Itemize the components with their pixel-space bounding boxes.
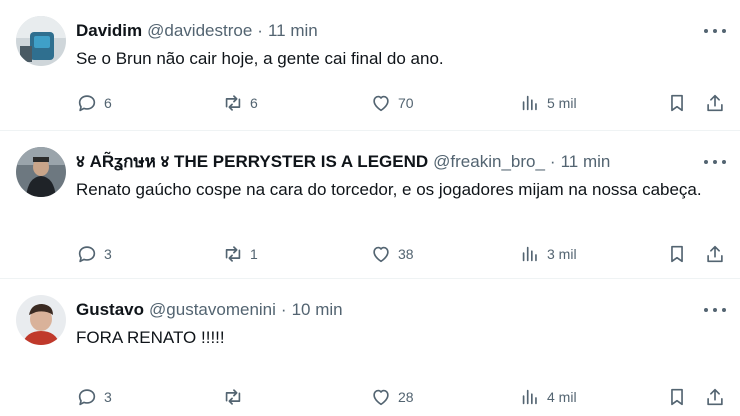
- reply-count: 6: [104, 95, 112, 111]
- tweet-actions: 6 6 70 5 mil: [76, 91, 726, 115]
- retweet-icon: [225, 95, 241, 111]
- views-icon: [522, 389, 537, 405]
- retweet-count: 1: [250, 246, 258, 262]
- tweet-actions: 3 1 38 3 mil: [76, 242, 726, 266]
- tweet[interactable]: Gustavo @gustavomenini · 10 min FORA REN…: [0, 279, 740, 416]
- retweet-button[interactable]: [222, 385, 250, 409]
- views-button[interactable]: 5 mil: [519, 91, 577, 115]
- reply-icon: [78, 246, 96, 263]
- retweet-button[interactable]: 6: [222, 91, 258, 115]
- tweet[interactable]: ४ AR̃ʓกษห ४ THE PERRYSTER IS A LEGEND @f…: [0, 131, 740, 279]
- retweet-count: 6: [250, 95, 258, 111]
- timestamp[interactable]: 11 min: [268, 20, 318, 42]
- tweet-text: Renato gaúcho cospe na cara do torcedor,…: [76, 180, 702, 199]
- user-handle[interactable]: @davidestroe: [147, 20, 252, 42]
- view-count: 5 mil: [547, 95, 577, 111]
- separator-dot: ·: [549, 152, 556, 171]
- more-icon[interactable]: [704, 157, 726, 167]
- view-count: 3 mil: [547, 246, 577, 262]
- avatar[interactable]: [16, 16, 66, 66]
- tweet-text: FORA RENATO !!!!!: [76, 328, 225, 347]
- retweet-icon: [225, 246, 241, 262]
- bookmark-icon: [671, 245, 683, 263]
- retweet-icon: [225, 389, 241, 405]
- tweet-header: ४ AR̃ʓกษห ४ THE PERRYSTER IS A LEGEND @f…: [76, 151, 728, 173]
- share-button[interactable]: [704, 242, 726, 266]
- reply-count: 3: [104, 389, 112, 405]
- reply-button[interactable]: 3: [76, 385, 112, 409]
- reply-button[interactable]: 6: [76, 91, 112, 115]
- separator-dot: ·: [257, 21, 263, 40]
- heart-icon: [373, 389, 389, 406]
- timestamp[interactable]: 10 min: [292, 299, 343, 321]
- tweet-feed: Davidim @davidestroe · 11 min Se o Brun …: [0, 0, 740, 416]
- heart-icon: [373, 246, 389, 263]
- reply-button[interactable]: 3: [76, 242, 112, 266]
- avatar[interactable]: [16, 295, 66, 345]
- share-button[interactable]: [704, 385, 726, 409]
- share-icon: [707, 94, 723, 112]
- reply-icon: [78, 389, 96, 406]
- tweet[interactable]: Davidim @davidestroe · 11 min Se o Brun …: [0, 0, 740, 131]
- display-name[interactable]: Davidim: [76, 20, 142, 42]
- share-icon: [707, 245, 723, 263]
- bookmark-button[interactable]: [666, 242, 688, 266]
- share-icon: [707, 388, 723, 406]
- tweet-text: Se o Brun não cair hoje, a gente cai fin…: [76, 49, 444, 68]
- views-button[interactable]: 4 mil: [519, 385, 577, 409]
- heart-icon: [373, 95, 389, 112]
- retweet-button[interactable]: 1: [222, 242, 258, 266]
- user-handle[interactable]: @gustavomenini: [149, 299, 276, 321]
- tweet-actions: 3 28 4 mil: [76, 385, 726, 409]
- more-icon[interactable]: [704, 26, 726, 36]
- bookmark-button[interactable]: [666, 385, 688, 409]
- like-button[interactable]: 38: [370, 242, 414, 266]
- views-icon: [522, 246, 537, 262]
- tweet-header: Gustavo @gustavomenini · 10 min: [76, 299, 728, 321]
- reply-icon: [78, 95, 96, 112]
- bookmark-icon: [671, 388, 683, 406]
- views-button[interactable]: 3 mil: [519, 242, 577, 266]
- like-count: 70: [398, 95, 414, 111]
- timestamp[interactable]: 11 min: [561, 151, 611, 173]
- tweet-header: Davidim @davidestroe · 11 min: [76, 20, 728, 42]
- user-handle[interactable]: @freakin_bro_: [433, 151, 545, 173]
- like-button[interactable]: 28: [370, 385, 414, 409]
- view-count: 4 mil: [547, 389, 577, 405]
- avatar[interactable]: [16, 147, 66, 197]
- share-button[interactable]: [704, 91, 726, 115]
- display-name[interactable]: ४ AR̃ʓกษห ४ THE PERRYSTER IS A LEGEND: [76, 151, 428, 173]
- bookmark-button[interactable]: [666, 91, 688, 115]
- reply-count: 3: [104, 246, 112, 262]
- bookmark-icon: [671, 94, 683, 112]
- like-button[interactable]: 70: [370, 91, 414, 115]
- more-icon[interactable]: [704, 305, 726, 315]
- views-icon: [522, 95, 537, 111]
- display-name[interactable]: Gustavo: [76, 299, 144, 321]
- like-count: 38: [398, 246, 414, 262]
- like-count: 28: [398, 389, 414, 405]
- separator-dot: ·: [280, 300, 287, 319]
